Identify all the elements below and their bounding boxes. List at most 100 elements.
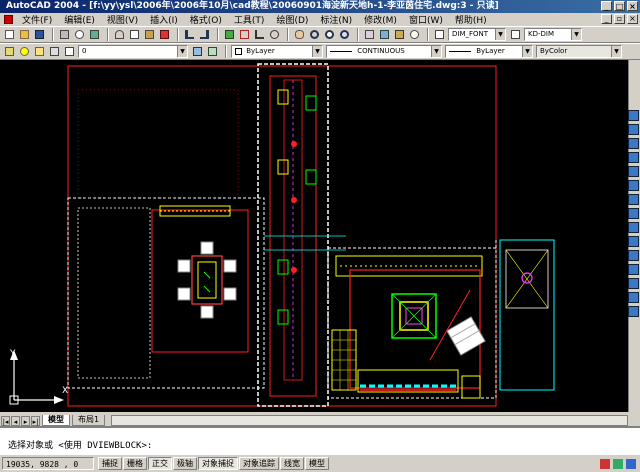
array-icon[interactable] xyxy=(628,166,639,177)
lineweight-select[interactable]: ByLayer ▼ xyxy=(445,45,533,58)
dim-style-select[interactable]: KD-DIM ▼ xyxy=(524,28,582,41)
tray-settings-icon[interactable] xyxy=(613,458,623,469)
osnap-toggle[interactable]: 对象捕捉 xyxy=(198,457,238,470)
command-window[interactable]: 选择对象或 <使用 DVIEWBLOCK>: xyxy=(0,426,640,454)
menu-view[interactable]: 视图(V) xyxy=(101,13,144,26)
3d-orbit-icon[interactable] xyxy=(268,28,281,41)
menu-insert[interactable]: 插入(I) xyxy=(144,13,184,26)
linetype-select[interactable]: CONTINUOUS ▼ xyxy=(326,45,442,58)
doc-restore-button[interactable]: ▫ xyxy=(614,14,625,24)
tab-layout1[interactable]: 布局1 xyxy=(72,415,106,426)
tab-last-button[interactable]: ▸| xyxy=(31,416,40,426)
undo-icon[interactable] xyxy=(183,28,196,41)
layer-color-icon[interactable] xyxy=(63,45,76,58)
make-current-layer-icon[interactable] xyxy=(191,45,204,58)
copy-object-icon[interactable] xyxy=(628,124,639,135)
menu-format[interactable]: 格式(O) xyxy=(184,13,228,26)
ucs-icon[interactable] xyxy=(253,28,266,41)
menu-edit[interactable]: 编辑(E) xyxy=(58,13,101,26)
trim-icon[interactable] xyxy=(628,236,639,247)
menu-modify[interactable]: 修改(M) xyxy=(358,13,403,26)
chevron-down-icon[interactable]: ▼ xyxy=(611,46,621,57)
close-button[interactable]: × xyxy=(627,1,638,11)
help-icon[interactable] xyxy=(408,28,421,41)
copy-icon[interactable] xyxy=(128,28,141,41)
doc-close-button[interactable]: × xyxy=(627,14,638,24)
chevron-down-icon[interactable]: ▼ xyxy=(431,46,441,57)
cut-icon[interactable] xyxy=(113,28,126,41)
break-icon[interactable] xyxy=(628,264,639,275)
color-select[interactable]: ByLayer ▼ xyxy=(231,45,323,58)
layer-lock-icon[interactable] xyxy=(48,45,61,58)
tab-first-button[interactable]: |◂ xyxy=(1,416,10,426)
clean-screen-icon[interactable] xyxy=(626,458,636,469)
match-properties-icon[interactable] xyxy=(158,28,171,41)
otrack-toggle[interactable]: 对象追踪 xyxy=(239,457,279,470)
erase-icon[interactable] xyxy=(628,110,639,121)
layer-thaw-icon[interactable] xyxy=(33,45,46,58)
text-style-select[interactable]: DIM_FONT ▼ xyxy=(448,28,506,41)
chevron-down-icon[interactable]: ▼ xyxy=(312,46,322,57)
preview-icon[interactable] xyxy=(73,28,86,41)
scale-icon[interactable] xyxy=(628,208,639,219)
open-icon[interactable] xyxy=(18,28,31,41)
snap-toggle[interactable]: 捕捉 xyxy=(98,457,122,470)
tab-next-button[interactable]: ▸ xyxy=(21,416,30,426)
model-toggle[interactable]: 模型 xyxy=(305,457,329,470)
chamfer-icon[interactable] xyxy=(628,278,639,289)
layer-select[interactable]: 0 ▼ xyxy=(78,45,188,58)
publish-icon[interactable] xyxy=(88,28,101,41)
zoom-realtime-icon[interactable] xyxy=(308,28,321,41)
zoom-previous-icon[interactable] xyxy=(338,28,351,41)
pan-icon[interactable] xyxy=(293,28,306,41)
horizontal-scrollbar[interactable] xyxy=(111,415,628,426)
fillet-icon[interactable] xyxy=(628,292,639,303)
ortho-toggle[interactable]: 正交 xyxy=(148,457,172,470)
rotate-icon[interactable] xyxy=(628,194,639,205)
lineweight-toggle[interactable]: 线宽 xyxy=(280,457,304,470)
chevron-down-icon[interactable]: ▼ xyxy=(522,46,532,57)
properties-icon[interactable] xyxy=(363,28,376,41)
tool-palettes-icon[interactable] xyxy=(393,28,406,41)
chevron-down-icon[interactable]: ▼ xyxy=(495,29,505,40)
layer-manager-icon[interactable] xyxy=(3,45,16,58)
app-icon[interactable] xyxy=(4,15,13,24)
tab-model[interactable]: 模型 xyxy=(42,415,70,426)
object-snap-icon[interactable] xyxy=(238,28,251,41)
offset-icon[interactable] xyxy=(628,152,639,163)
new-icon[interactable] xyxy=(3,28,16,41)
stretch-icon[interactable] xyxy=(628,222,639,233)
mirror-icon[interactable] xyxy=(628,138,639,149)
drawing-area[interactable]: Y X xyxy=(0,60,628,412)
text-style-icon[interactable] xyxy=(433,28,446,41)
explode-icon[interactable] xyxy=(628,306,639,317)
extend-icon[interactable] xyxy=(628,250,639,261)
maximize-button[interactable]: □ xyxy=(614,1,625,11)
menu-window[interactable]: 窗口(W) xyxy=(403,13,449,26)
communication-center-icon[interactable] xyxy=(600,458,610,469)
polar-toggle[interactable]: 极轴 xyxy=(173,457,197,470)
design-center-icon[interactable] xyxy=(378,28,391,41)
menu-draw[interactable]: 绘图(D) xyxy=(270,13,314,26)
minimize-button[interactable]: _ xyxy=(601,1,612,11)
plotstyle-select[interactable]: ByColor ▼ xyxy=(536,45,622,58)
paste-icon[interactable] xyxy=(143,28,156,41)
hyperlink-icon[interactable] xyxy=(223,28,236,41)
save-icon[interactable] xyxy=(33,28,46,41)
dim-style-icon[interactable] xyxy=(509,28,522,41)
doc-minimize-button[interactable]: _ xyxy=(601,14,612,24)
menu-tools[interactable]: 工具(T) xyxy=(228,13,271,26)
menu-dimension[interactable]: 标注(N) xyxy=(314,13,358,26)
coordinate-display[interactable]: 19035, 9828 , 0 xyxy=(2,457,94,470)
layer-on-icon[interactable] xyxy=(18,45,31,58)
move-icon[interactable] xyxy=(628,180,639,191)
tab-prev-button[interactable]: ◂ xyxy=(11,416,20,426)
grid-toggle[interactable]: 栅格 xyxy=(123,457,147,470)
layer-previous-icon[interactable] xyxy=(206,45,219,58)
redo-icon[interactable] xyxy=(198,28,211,41)
menu-help[interactable]: 帮助(H) xyxy=(449,13,493,26)
chevron-down-icon[interactable]: ▼ xyxy=(571,29,581,40)
print-icon[interactable] xyxy=(58,28,71,41)
chevron-down-icon[interactable]: ▼ xyxy=(177,46,187,57)
zoom-window-icon[interactable] xyxy=(323,28,336,41)
